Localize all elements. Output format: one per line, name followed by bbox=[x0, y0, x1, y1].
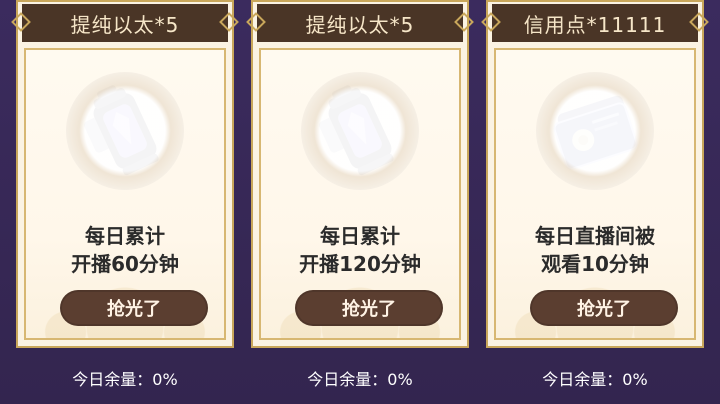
reward-item-area bbox=[496, 72, 694, 190]
claim-button[interactable]: 抢光了 bbox=[295, 290, 443, 326]
reward-title: 每日直播间被 观看10分钟 bbox=[496, 222, 694, 278]
reward-title-line2: 开播60分钟 bbox=[71, 252, 179, 276]
reward-card-inner: 每日累计 开播120分钟 抢光了 bbox=[259, 48, 461, 340]
claim-button[interactable]: 抢光了 bbox=[60, 290, 208, 326]
reward-title: 每日累计 开播60分钟 bbox=[26, 222, 224, 278]
claim-button[interactable]: 抢光了 bbox=[530, 290, 678, 326]
reward-item-area bbox=[26, 72, 224, 190]
reward-card-2: 提纯以太*5 每日累计 开播120分钟 抢光了 bbox=[251, 0, 469, 348]
reward-title: 每日累计 开播120分钟 bbox=[261, 222, 459, 278]
reward-card-inner: 每日直播间被 观看10分钟 抢光了 bbox=[494, 48, 696, 340]
reward-item-area bbox=[261, 72, 459, 190]
item-halo bbox=[66, 72, 184, 190]
reward-title-line1: 每日累计 bbox=[85, 224, 165, 248]
reward-header: 提纯以太*5 bbox=[257, 4, 463, 42]
reward-card-1: 提纯以太*5 每日累计 开播60分钟 抢光了 bbox=[16, 0, 234, 348]
reward-title-line2: 开播120分钟 bbox=[299, 252, 421, 276]
reward-card-inner: 每日累计 开播60分钟 抢光了 bbox=[24, 48, 226, 340]
remaining-text: 今日余量：0% bbox=[307, 370, 413, 389]
reward-card-3: 信用点*11111 每日直播间被 观看10分钟 抢光了 bbox=[486, 0, 704, 348]
reward-title-line1: 每日累计 bbox=[320, 224, 400, 248]
remaining-text: 今日余量：0% bbox=[72, 370, 178, 389]
remaining-text: 今日余量：0% bbox=[542, 370, 648, 389]
reward-header: 信用点*11111 bbox=[492, 4, 698, 42]
reward-title-line2: 观看10分钟 bbox=[541, 252, 649, 276]
item-halo bbox=[301, 72, 419, 190]
reward-title-line1: 每日直播间被 bbox=[535, 224, 655, 248]
item-halo bbox=[536, 72, 654, 190]
reward-header: 提纯以太*5 bbox=[22, 4, 228, 42]
